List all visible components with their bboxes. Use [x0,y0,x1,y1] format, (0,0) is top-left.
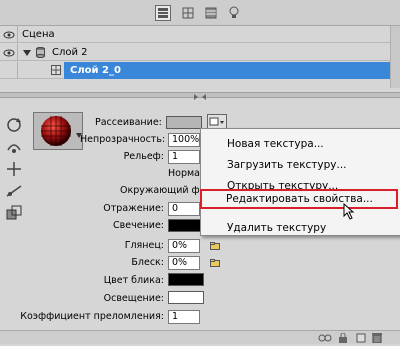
scene-label: Сцена [22,29,55,40]
sublayer-row[interactable]: Слой 2_0 [0,62,390,79]
gloss-field[interactable]: 0% [168,239,200,253]
lock-icon[interactable] [338,332,348,346]
environment-label: Окружающий фо [120,185,206,196]
drag-tool-icon[interactable] [5,160,23,178]
slide-tool-icon[interactable] [5,182,23,200]
layers-panel: Сцена Слой 2 Слой 2_0 [0,26,400,88]
scene-row[interactable]: Сцена [0,26,390,43]
panel-toolbar [0,0,400,26]
layers-scrollbar[interactable] [390,26,400,88]
gloss-label: Глянец: [124,240,164,251]
diffuse-swatch[interactable] [166,116,202,129]
illumination-swatch[interactable] [168,291,204,304]
bulb-icon[interactable] [226,5,242,21]
glow-label: Свечение: [113,220,164,231]
diffuse-label: Рассеивание: [95,117,162,128]
specular-label: Цвет блика: [103,275,164,286]
table-icon[interactable] [203,5,219,21]
relief-label: Рельеф: [123,151,164,162]
layers-icon[interactable] [155,5,171,21]
divider-handle-icon[interactable] [194,92,206,100]
texture-context-menu: Новая текстура... Загрузить текстуру... … [200,128,400,236]
layer-row[interactable]: Слой 2 [0,44,390,61]
cylinder-icon [36,46,45,61]
menu-item-edit-properties[interactable]: Редактировать свойства... [200,189,398,209]
relief-field[interactable]: 1 [168,150,200,164]
layer-label: Слой 2 [52,47,88,58]
sublayer-label: Слой 2_0 [70,65,121,76]
mouse-cursor-icon [343,202,355,223]
shine-label: Блеск: [131,257,164,268]
reflection-label: Отражение: [103,203,164,214]
illumination-label: Освещение: [103,293,164,304]
shine-field[interactable]: 0% [168,256,200,270]
opacity-field[interactable]: 100% [168,133,200,147]
menu-item-new-texture[interactable]: Новая текстура... [227,138,324,150]
specular-swatch[interactable] [168,273,204,286]
opacity-label: Непрозрачность: [80,134,166,145]
normal-label: Нормали [168,168,213,179]
new-item-icon[interactable] [356,333,366,346]
link-icon[interactable] [318,333,332,346]
menu-item-load-texture[interactable]: Загрузить текстуру... [227,159,347,171]
sublayer-selected[interactable]: Слой 2_0 [64,62,390,79]
eye-icon[interactable] [0,44,18,61]
eye-icon[interactable] [0,26,18,43]
texture-grid-icon [51,65,61,78]
eye-column [0,62,18,79]
refraction-field[interactable]: 1 [168,310,200,324]
roll-tool-icon[interactable] [5,138,23,156]
gloss-folder-icon[interactable] [210,242,220,250]
glow-swatch[interactable] [168,219,204,232]
shine-folder-icon[interactable] [210,259,220,267]
expand-triangle-icon[interactable] [23,49,31,60]
rotate-tool-icon[interactable] [5,116,23,134]
reflection-field[interactable]: 0 [168,202,200,216]
grid-icon[interactable] [180,5,196,21]
menu-item-delete-texture[interactable]: Удалить текстуру [227,222,326,234]
refraction-label: Коэффициент преломления: [20,311,164,322]
panel-divider[interactable] [0,92,400,100]
panel-bottom-bar [0,330,400,344]
scale-tool-icon[interactable] [5,204,23,222]
